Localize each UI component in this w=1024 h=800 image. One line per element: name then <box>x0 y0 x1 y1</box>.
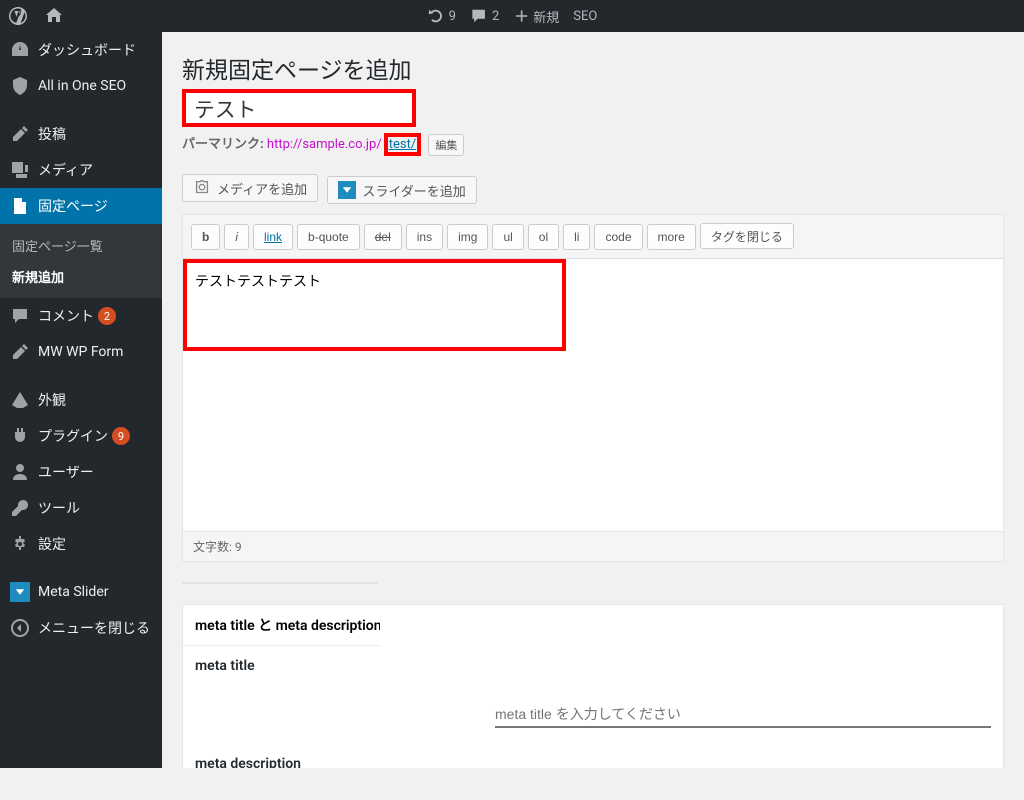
editor: bilinkb-quotedelinsimgulollicodemoreタグを閉… <box>182 214 1004 562</box>
new-item[interactable]: 新規 <box>506 0 566 32</box>
main-content: 新規固定ページを追加 パーマリンク: http://sample.co.jp/t… <box>162 32 1024 768</box>
meta-box <box>182 582 378 584</box>
quicktag-del[interactable]: del <box>364 224 402 250</box>
admin-sidebar: ダッシュボード All in One SEO 投稿 メディア 固定ページ 固定ペ… <box>0 32 162 768</box>
meta-title-label: meta title <box>195 658 991 674</box>
sidebar-item-label: 投稿 <box>38 124 66 144</box>
quicktag-img[interactable]: img <box>447 224 488 250</box>
sidebar-item-label: 固定ページ <box>38 196 108 216</box>
sidebar-item-comments[interactable]: コメント 2 <box>0 298 162 334</box>
refresh-item[interactable]: 9 <box>420 0 463 32</box>
plugins-badge: 9 <box>112 427 130 445</box>
sidebar-item-label: コメント <box>38 306 94 326</box>
sidebar-item-pages[interactable]: 固定ページ <box>0 188 162 224</box>
sidebar-item-label: Meta Slider <box>38 584 109 600</box>
seo-metabox: meta title と meta description meta title… <box>182 604 1004 769</box>
permalink-row: パーマリンク: http://sample.co.jp/test/ 編集 <box>182 133 1004 156</box>
sidebar-item-mwwpform[interactable]: MW WP Form <box>0 334 162 370</box>
add-media-label: メディアを追加 <box>217 179 307 198</box>
media-buttons-row: メディアを追加 スライダーを追加 <box>182 174 1004 204</box>
sidebar-item-appearance[interactable]: 外観 <box>0 382 162 418</box>
seo-label: SEO <box>573 9 597 24</box>
quicktag-li[interactable]: li <box>563 224 590 250</box>
sidebar-item-label: メニューを閉じる <box>38 618 150 638</box>
refresh-count: 9 <box>449 9 456 24</box>
sidebar-item-tools[interactable]: ツール <box>0 490 162 526</box>
sidebar-item-posts[interactable]: 投稿 <box>0 116 162 152</box>
sidebar-submenu-pages: 固定ページ一覧 新規追加 <box>0 224 162 298</box>
sidebar-sub-pagelist[interactable]: 固定ページ一覧 <box>0 230 162 261</box>
sidebar-item-label: 設定 <box>38 534 66 554</box>
sidebar-item-media[interactable]: メディア <box>0 152 162 188</box>
page-title: 新規固定ページを追加 <box>182 42 1004 89</box>
sidebar-item-metaslider[interactable]: Meta Slider <box>0 574 162 610</box>
sidebar-item-dashboard[interactable]: ダッシュボード <box>0 32 162 68</box>
sidebar-item-label: MW WP Form <box>38 344 123 360</box>
editor-statusbar: 文字数: 9 <box>183 531 1003 561</box>
permalink-slug[interactable]: test/ <box>388 137 417 152</box>
comments-badge: 2 <box>98 307 116 325</box>
comments-item[interactable]: 2 <box>463 0 506 32</box>
home-icon[interactable] <box>36 0 72 32</box>
new-label: 新規 <box>533 7 559 26</box>
comments-count: 2 <box>492 9 499 24</box>
sidebar-item-label: 外観 <box>38 390 66 410</box>
seo-item[interactable]: SEO <box>566 0 604 32</box>
add-slider-label: スライダーを追加 <box>362 181 465 200</box>
wordcount-value: 9 <box>235 540 242 554</box>
quicktag-link[interactable]: link <box>253 224 293 250</box>
wordcount-label: 文字数: <box>193 540 232 554</box>
quicktag-b[interactable]: b <box>191 224 220 250</box>
sidebar-item-users[interactable]: ユーザー <box>0 454 162 490</box>
wp-logo[interactable] <box>0 0 36 32</box>
quicktag-ol[interactable]: ol <box>528 224 559 250</box>
quicktag-i[interactable]: i <box>224 224 249 250</box>
quicktag-code[interactable]: code <box>594 224 642 250</box>
quicktag-ul[interactable]: ul <box>492 224 523 250</box>
sidebar-item-plugins[interactable]: プラグイン 9 <box>0 418 162 454</box>
sidebar-sub-addnew[interactable]: 新規追加 <box>0 261 162 292</box>
add-slider-button[interactable]: スライダーを追加 <box>327 176 476 204</box>
meta-title-input[interactable] <box>495 702 991 728</box>
quicktag-タグを閉じる[interactable]: タグを閉じる <box>700 223 794 249</box>
sidebar-item-aioseo[interactable]: All in One SEO <box>0 68 162 104</box>
sidebar-item-label: ダッシュボード <box>38 40 136 60</box>
admin-bar: 9 2 新規 SEO <box>0 0 1024 32</box>
sidebar-item-label: All in One SEO <box>38 78 126 94</box>
quicktags-toolbar: bilinkb-quotedelinsimgulollicodemoreタグを閉… <box>183 215 1003 259</box>
editor-whitespace[interactable] <box>183 351 1003 531</box>
sidebar-item-settings[interactable]: 設定 <box>0 526 162 562</box>
meta-description-label: meta description <box>195 756 991 769</box>
sidebar-item-label: メディア <box>38 160 93 180</box>
metabox-title: meta title と meta description <box>183 605 381 646</box>
sidebar-item-collapse[interactable]: メニューを閉じる <box>0 610 162 646</box>
permalink-base[interactable]: http://sample.co.jp/ <box>267 137 382 152</box>
sidebar-item-label: ユーザー <box>38 462 94 482</box>
permalink-edit-button[interactable]: 編集 <box>428 134 464 156</box>
content-textarea[interactable] <box>183 259 566 351</box>
permalink-label: パーマリンク: <box>182 137 264 152</box>
quicktag-more[interactable]: more <box>647 224 696 250</box>
metaslider-icon <box>338 181 356 199</box>
sidebar-item-label: ツール <box>38 498 80 518</box>
add-media-button[interactable]: メディアを追加 <box>182 174 318 202</box>
sidebar-item-label: プラグイン <box>38 426 108 446</box>
quicktag-ins[interactable]: ins <box>406 224 443 250</box>
post-title-input[interactable] <box>182 89 416 127</box>
quicktag-b-quote[interactable]: b-quote <box>297 224 360 250</box>
